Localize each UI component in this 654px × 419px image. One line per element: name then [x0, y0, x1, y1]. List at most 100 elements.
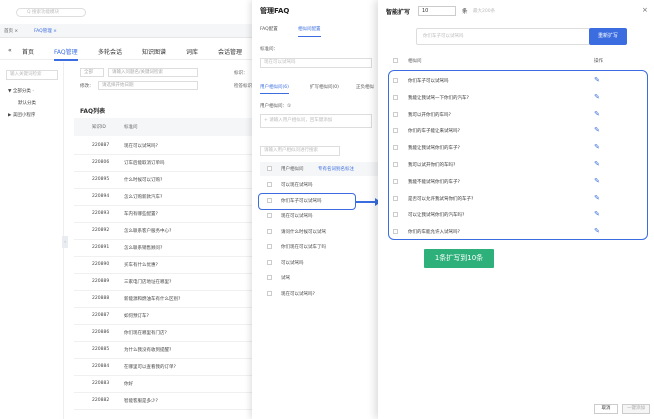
subtab-expanded-similar[interactable]: 扩写相似问(0) — [310, 84, 339, 90]
smart-expand-dialog: 智能扩写 10 条 最大200条 × 你们车子可以试驾吗 重新扩写 相似问 操作… — [378, 0, 654, 419]
col-action: 操作 — [594, 59, 603, 64]
tab-faq-config[interactable]: FAQ配置 — [260, 26, 278, 32]
tab-faq[interactable]: FAQ管理 × — [34, 28, 57, 34]
edit-icon[interactable]: ✎ — [592, 142, 602, 152]
edit-icon[interactable]: ✎ — [592, 75, 602, 85]
nav-knowledge-graph[interactable]: 知识图谱 — [142, 47, 166, 56]
expanded-question-text: 可以让我试驾你们的汽车吗? — [408, 213, 465, 219]
row-question: 怎么联系客户服务中心? — [124, 229, 172, 234]
close-icon[interactable]: × — [642, 6, 648, 14]
row-id: 220887 — [92, 313, 110, 318]
row-checkbox[interactable] — [393, 212, 398, 218]
category-default[interactable]: 默认分类 — [18, 100, 36, 106]
similar-question-text: 试驾 — [281, 276, 290, 281]
panel-collapse-handle[interactable]: ‹ — [62, 236, 68, 248]
expanded-question-row[interactable]: 我能让我试驾你们的车子? ✎ — [388, 139, 648, 156]
filter-date-input[interactable]: 请选择开始日期 — [98, 81, 198, 90]
similar-question-row[interactable]: 可以现在试驾吗 — [260, 178, 378, 191]
row-checkbox[interactable] — [393, 162, 398, 167]
expanded-question-row[interactable]: 我可以开你们的车吗? ✎ — [388, 106, 648, 123]
similar-question-row[interactable]: 你们现在可以试车了吗 — [260, 240, 378, 253]
user-similar-label: 用户相似问：① — [260, 104, 292, 109]
subtab-pos-neg[interactable]: 正负相似 — [356, 84, 374, 90]
nav-lexicon[interactable]: 词库 — [186, 47, 198, 56]
row-checkbox[interactable] — [267, 290, 272, 296]
filter-keyword-input[interactable]: 请输入问题名/关键词检索 — [108, 68, 198, 77]
similar-question-row[interactable]: 现在可以试驾吗? — [260, 287, 378, 300]
edit-icon[interactable]: ✎ — [592, 125, 602, 135]
collapse-icon[interactable]: « — [8, 47, 12, 54]
cancel-button[interactable]: 取消 — [594, 404, 618, 414]
similar-question-text: 请问什么时候可以试驾 — [281, 229, 326, 235]
edit-icon[interactable]: ✎ — [592, 109, 602, 119]
row-checkbox[interactable] — [267, 244, 272, 249]
row-checkbox[interactable] — [267, 213, 272, 218]
row-checkbox[interactable] — [393, 78, 398, 83]
row-checkbox[interactable] — [393, 229, 398, 235]
row-id: 220883 — [92, 381, 110, 386]
row-id: 220884 — [92, 364, 110, 369]
expanded-question-row[interactable]: 你们的车子能让来试驾吗? ✎ — [388, 122, 648, 139]
edit-icon[interactable]: ✎ — [592, 176, 602, 186]
regenerate-button[interactable]: 重新扩写 — [589, 28, 627, 45]
edit-icon[interactable]: ✎ — [592, 92, 602, 102]
prompt-input[interactable]: 你们车子可以试驾吗 — [416, 28, 590, 45]
category-search-input[interactable]: 输入关键词检索 — [6, 70, 58, 80]
nav-home[interactable]: 首页 — [22, 47, 34, 56]
global-search-input[interactable]: Q 搜索功能模块 — [16, 8, 86, 17]
tab-similar-config[interactable]: 相似问配置 — [298, 26, 321, 37]
expanded-question-row[interactable]: 你们车子可以试驾吗 ✎ — [388, 72, 648, 89]
category-all[interactable]: ▼ 全部分类 · — [8, 88, 34, 94]
nav-session[interactable]: 会话管理 — [218, 47, 242, 56]
expanded-question-row[interactable]: 我可以试开你们的车吗? ✎ — [388, 156, 648, 173]
count-unit: 条 — [462, 9, 468, 15]
edit-icon[interactable]: ✎ — [592, 159, 602, 169]
row-id: 220891 — [92, 245, 110, 250]
row-checkbox[interactable] — [393, 145, 398, 151]
edit-icon[interactable]: ✎ — [592, 226, 602, 236]
row-checkbox[interactable] — [267, 259, 272, 265]
similar-question-row[interactable]: 请问什么时候可以试驾 — [260, 225, 378, 238]
similar-question-row[interactable]: 可以试驾吗 — [260, 256, 378, 269]
row-id: 220890 — [92, 262, 110, 267]
similar-question-row[interactable]: 现在可以试驾吗 — [260, 209, 378, 222]
row-checkbox[interactable] — [267, 182, 272, 187]
row-checkbox[interactable] — [267, 275, 272, 280]
select-all-checkbox[interactable] — [393, 58, 398, 63]
expanded-question-row[interactable]: 我能不能试驾你们的车子? ✎ — [388, 173, 648, 190]
col-alias-label[interactable]: 专有名词别名标注 — [318, 166, 354, 172]
row-checkbox[interactable] — [393, 111, 398, 117]
expand-count-input[interactable]: 10 — [418, 6, 456, 16]
expanded-question-row[interactable]: 你们的车能允许入试驾吗? ✎ — [388, 223, 648, 240]
filter-scope-select[interactable]: 全部 — [80, 68, 104, 77]
nav-multiturn[interactable]: 多轮会话 — [98, 47, 122, 56]
faq-list-title: FAQ列表 — [80, 108, 106, 115]
row-checkbox[interactable] — [393, 178, 398, 184]
similar-search-input[interactable]: 请输入用户相似问进行搜索 — [260, 146, 340, 156]
row-question: 现在可以试驾吗? — [124, 144, 158, 149]
category-meituan[interactable]: ▶ 美团小程序 — [8, 112, 35, 118]
user-similar-input[interactable]: + 请输入用户相似问，回车键添加 — [260, 114, 372, 128]
select-all-checkbox[interactable] — [267, 166, 272, 171]
tab-home[interactable]: 首页 × — [4, 28, 18, 34]
edit-icon[interactable]: ✎ — [592, 209, 602, 219]
row-checkbox[interactable] — [267, 228, 272, 234]
similar-question-row[interactable]: 试驾 — [260, 271, 378, 284]
row-checkbox[interactable] — [393, 94, 398, 100]
expanded-question-row[interactable]: 是否可以允许我试驾你们的车子? ✎ — [388, 190, 648, 207]
add-all-button[interactable]: 一键添加 — [622, 404, 650, 414]
edit-icon[interactable]: ✎ — [592, 193, 602, 203]
expanded-question-text: 你们的车子能让来试驾吗? — [408, 129, 460, 135]
row-id: 220894 — [92, 194, 110, 199]
std-question-input[interactable]: 现在可以试驾吗 — [260, 58, 372, 68]
faq-table-header: 知识ID 标准问 — [74, 118, 254, 136]
similar-question-text: 现在可以试驾吗 — [281, 214, 313, 219]
row-checkbox[interactable] — [393, 128, 398, 134]
table-row[interactable]: 220882 智能客服是多少? — [74, 391, 254, 410]
subtab-user-similar[interactable]: 用户相似问(6) — [260, 84, 289, 94]
nav-faq[interactable]: FAQ管理 — [54, 47, 78, 61]
row-id: 220806 — [92, 160, 110, 165]
expanded-question-row[interactable]: 我能让我试驾一下你们的汽车? ✎ — [388, 89, 648, 106]
expanded-question-row[interactable]: 可以让我试驾你们的汽车吗? ✎ — [388, 206, 648, 223]
row-checkbox[interactable] — [393, 195, 398, 201]
